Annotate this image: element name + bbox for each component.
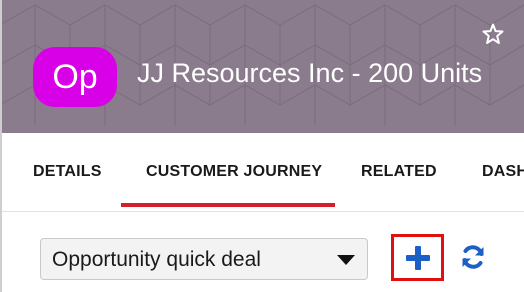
tab-customer-journey[interactable]: CUSTOMER JOURNEY [146, 163, 322, 181]
record-title: JJ Resources Inc - 200 Units [137, 58, 483, 88]
journey-select-value: Opportunity quick deal [52, 248, 261, 271]
active-tab-indicator [121, 203, 335, 207]
tab-dashboard[interactable]: DASH [482, 163, 524, 181]
record-avatar: Op [33, 47, 117, 107]
record-tabs: DETAILS CUSTOMER JOURNEY RELATED DASH [0, 133, 524, 212]
journey-select[interactable]: Opportunity quick deal [40, 238, 368, 280]
plus-icon [405, 245, 430, 270]
tab-details[interactable]: DETAILS [33, 163, 102, 181]
caret-down-icon [337, 255, 355, 265]
star-outline-icon[interactable] [481, 22, 505, 46]
add-journey-button[interactable] [391, 234, 444, 281]
refresh-icon[interactable] [459, 243, 487, 271]
page-left-border [0, 0, 2, 292]
record-page: Op JJ Resources Inc - 200 Units DETAILS … [0, 0, 524, 292]
avatar-initials: Op [52, 57, 98, 96]
tab-related[interactable]: RELATED [361, 163, 437, 181]
record-header: Op JJ Resources Inc - 200 Units [0, 0, 524, 133]
